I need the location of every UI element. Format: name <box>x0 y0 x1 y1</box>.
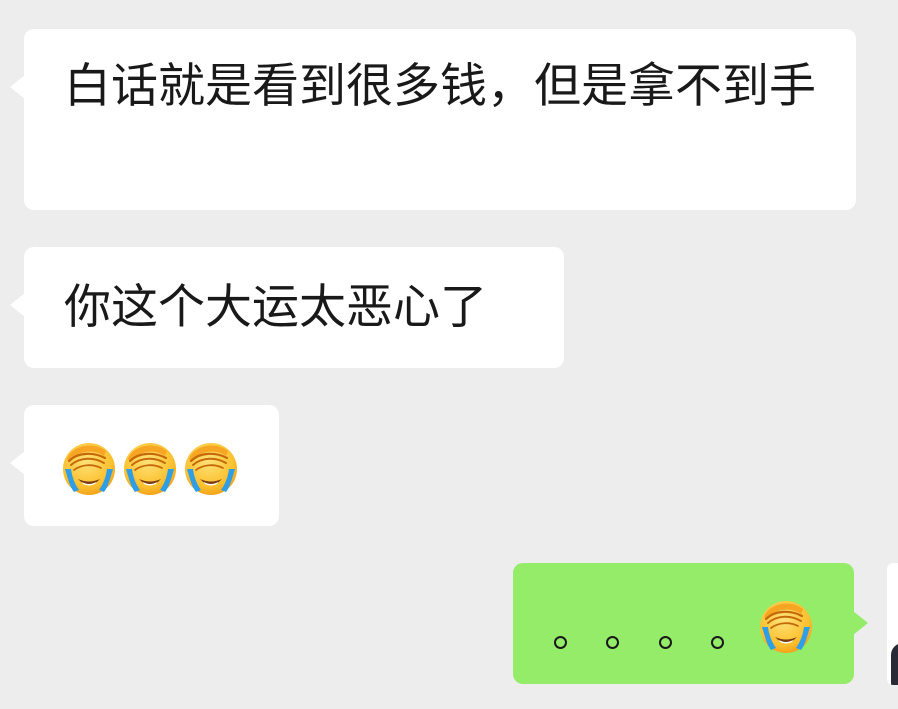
message-bubble-2[interactable]: 你这个大运太恶心了 <box>10 247 564 368</box>
ellipsis-dot <box>554 636 567 649</box>
face-palm-crying-icon <box>182 439 240 497</box>
avatar-figure <box>891 643 898 685</box>
message-bubble-4[interactable]: 。。。。 <box>513 563 868 684</box>
ellipsis-dot <box>711 636 724 649</box>
face-palm-crying-icon <box>757 597 815 655</box>
message-text-1: 白话就是看到很多钱，但是拿不到手 <box>64 59 816 114</box>
face-palm-crying-icon <box>121 439 179 497</box>
face-palm-crying-icon <box>60 439 118 497</box>
message-text-2: 你这个大运太恶心了 <box>64 280 487 335</box>
message-bubble-1[interactable]: 白话就是看到很多钱，但是拿不到手 <box>10 29 856 210</box>
ellipsis-dot <box>606 636 619 649</box>
message-bubble-3[interactable] <box>10 405 279 526</box>
ellipsis-dot <box>659 636 672 649</box>
message-text-4: 。。。。 <box>513 563 514 564</box>
avatar[interactable] <box>887 563 898 685</box>
